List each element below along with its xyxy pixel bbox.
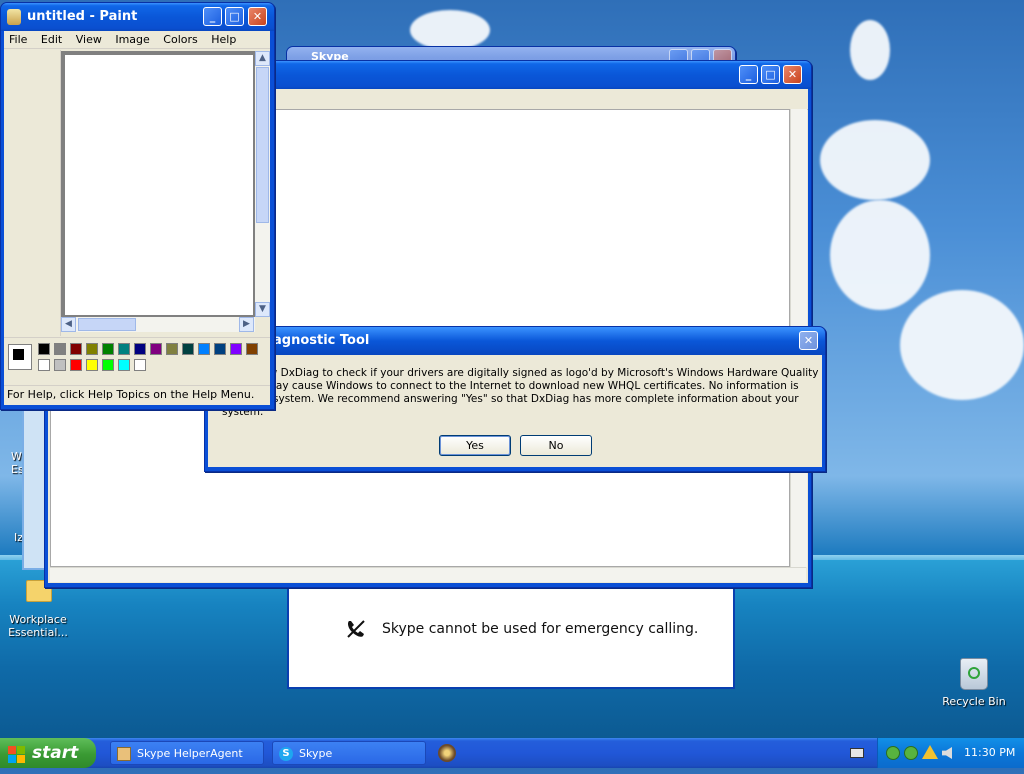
dialog-titlebar[interactable]: agnostic Tool <box>205 327 825 355</box>
clock[interactable]: 11:30 PM <box>964 738 1015 768</box>
paint-statusbar: For Help, click Help Topics on the Help … <box>4 385 270 403</box>
vertical-scrollbar[interactable]: ▲ ▼ <box>255 51 270 317</box>
paint-app-icon <box>7 9 21 25</box>
palette-color-swatch[interactable] <box>166 343 178 355</box>
taskbar-item-label: Skype HelperAgent <box>137 747 243 760</box>
desktop-cloud <box>900 290 1024 400</box>
color-palette <box>4 337 270 380</box>
scroll-down-button[interactable]: ▼ <box>255 302 270 317</box>
paint-client: File Edit View Image Colors Help ▲ ▼ ◀ ▶ <box>4 31 270 405</box>
palette-color-swatch[interactable] <box>246 343 258 355</box>
scroll-thumb[interactable] <box>256 67 269 223</box>
menu-file[interactable]: File <box>9 31 27 49</box>
recycle-bin-icon <box>960 658 988 690</box>
paint-title: untitled - Paint <box>27 9 138 24</box>
dxdiag-dialog[interactable]: agnostic Tool ✕ nt to allow DxDiag to ch… <box>204 326 826 472</box>
palette-color-swatch[interactable] <box>134 359 146 371</box>
paint-canvas-area <box>61 51 255 317</box>
system-tray: 11:30 PM <box>877 738 1024 768</box>
quicklaunch-raccoon-icon[interactable] <box>438 744 456 762</box>
desktop-icon-label: Recycle Bin <box>942 695 1006 708</box>
desktop-icon-label: Workplace Essential... <box>8 613 68 639</box>
scroll-up-button[interactable]: ▲ <box>255 51 270 66</box>
skype-notice-panel: Skype cannot be used for emergency calli… <box>287 585 735 689</box>
palette-color-swatch[interactable] <box>150 343 162 355</box>
network-icon[interactable] <box>904 746 918 760</box>
palette-color-swatch[interactable] <box>102 343 114 355</box>
desktop-cloud <box>410 10 490 50</box>
dialog-title: agnostic Tool <box>273 333 370 348</box>
current-colors[interactable] <box>8 344 32 370</box>
palette-color-swatch[interactable] <box>118 359 130 371</box>
minimize-button[interactable]: _ <box>739 65 758 84</box>
skype-icon: S <box>279 747 293 761</box>
taskbar: start Skype HelperAgent S Skype 11:30 PM <box>0 738 1024 768</box>
palette-color-swatch[interactable] <box>102 359 114 371</box>
start-label: start <box>32 743 79 763</box>
taskbar-item-skype-helper[interactable]: Skype HelperAgent <box>110 741 264 765</box>
no-button[interactable]: No <box>520 435 592 456</box>
emergency-notice-text: Skype cannot be used for emergency calli… <box>382 621 699 637</box>
menu-colors[interactable]: Colors <box>163 31 197 49</box>
paint-canvas[interactable] <box>65 55 253 315</box>
close-button[interactable]: ✕ <box>783 65 802 84</box>
palette-color-swatch[interactable] <box>134 343 146 355</box>
palette-color-swatch[interactable] <box>118 343 130 355</box>
paint-window[interactable]: untitled - Paint _ □ ✕ File Edit View Im… <box>0 2 275 410</box>
windows-logo-icon <box>8 744 26 763</box>
palette-color-swatch[interactable] <box>54 343 66 355</box>
desktop-icon-workplace[interactable]: Workplace Essential... <box>8 580 68 640</box>
dialog-body: nt to allow DxDiag to check if your driv… <box>208 355 822 467</box>
scroll-right-button[interactable]: ▶ <box>239 317 254 332</box>
menu-image[interactable]: Image <box>115 31 149 49</box>
taskbar-item-skype[interactable]: S Skype <box>272 741 426 765</box>
horizontal-scrollbar[interactable]: ◀ ▶ <box>61 317 255 332</box>
taskbar-item-label: Skype <box>299 747 333 760</box>
paint-toolbox[interactable] <box>4 50 61 336</box>
close-button[interactable]: ✕ <box>248 7 267 26</box>
palette-color-swatch[interactable] <box>38 343 50 355</box>
minimize-button[interactable]: _ <box>203 7 222 26</box>
palette-color-swatch[interactable] <box>54 359 66 371</box>
warning-icon[interactable] <box>922 745 938 759</box>
palette-color-swatch[interactable] <box>230 343 242 355</box>
volume-icon[interactable] <box>942 747 952 759</box>
scroll-left-button[interactable]: ◀ <box>61 317 76 332</box>
status-text: For Help, click Help Topics on the Help … <box>7 388 255 401</box>
start-button[interactable]: start <box>0 738 96 768</box>
menu-help[interactable]: Help <box>211 31 236 49</box>
palette-color-swatch[interactable] <box>182 343 194 355</box>
desktop-cloud <box>820 120 930 200</box>
phone-crossed-icon <box>345 618 367 640</box>
desktop-icon-recycle-bin[interactable]: Recycle Bin <box>942 656 1006 712</box>
menu-view[interactable]: View <box>76 31 102 49</box>
palette-color-swatch[interactable] <box>86 343 98 355</box>
menu-edit[interactable]: Edit <box>41 31 62 49</box>
background-window-sliver <box>22 400 46 570</box>
palette-color-swatch[interactable] <box>86 359 98 371</box>
palette-color-swatch[interactable] <box>70 359 82 371</box>
paint-menubar: File Edit View Image Colors Help <box>4 31 270 49</box>
palette-color-swatch[interactable] <box>38 359 50 371</box>
palette-color-swatch[interactable] <box>70 343 82 355</box>
maximize-button[interactable]: □ <box>761 65 780 84</box>
close-button[interactable]: ✕ <box>799 331 818 350</box>
palette-color-swatch[interactable] <box>214 343 226 355</box>
skype-helper-icon <box>117 747 131 761</box>
horizontal-scrollbar[interactable] <box>50 567 806 582</box>
maximize-button[interactable]: □ <box>225 7 244 26</box>
keyboard-icon[interactable] <box>850 748 864 758</box>
dialog-message: nt to allow DxDiag to check if your driv… <box>222 367 819 418</box>
palette-color-swatch[interactable] <box>198 343 210 355</box>
desktop-cloud <box>830 200 930 310</box>
scroll-thumb[interactable] <box>78 318 136 331</box>
desktop-cloud <box>850 20 890 80</box>
security-shield-icon[interactable] <box>886 746 900 760</box>
yes-button[interactable]: Yes <box>439 435 511 456</box>
